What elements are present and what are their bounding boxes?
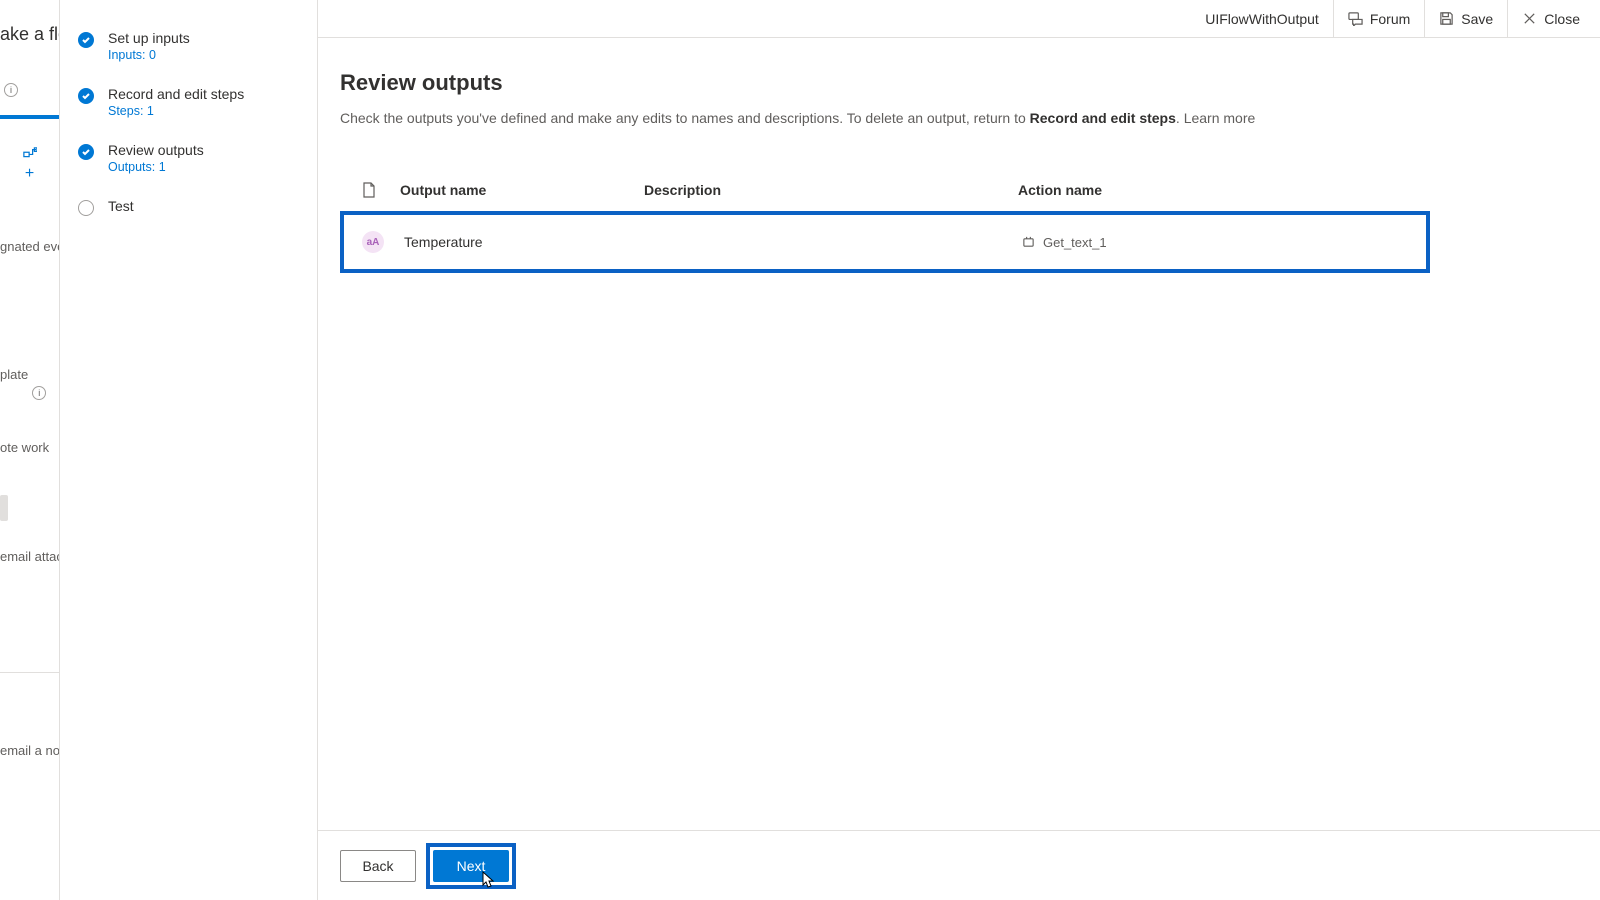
left-nav-item[interactable]: ote work: [0, 440, 59, 455]
wizard-step-record-edit[interactable]: Record and edit steps Steps: 1: [78, 86, 299, 118]
check-icon: [78, 144, 94, 160]
step-label: Test: [108, 198, 134, 214]
progress-bar: [0, 115, 59, 119]
flow-icon: [23, 147, 37, 161]
next-button[interactable]: Next: [433, 850, 509, 882]
info-icon: i: [32, 386, 46, 400]
cell-action-name: Get_text_1: [1022, 235, 1434, 250]
main-panel: UIFlowWithOutput Forum Save Close Review…: [318, 0, 1600, 900]
page-title: Review outputs: [340, 70, 1600, 96]
cursor-icon: [482, 871, 496, 889]
page-description: Check the outputs you've defined and mak…: [340, 110, 1600, 126]
document-icon: [362, 182, 376, 198]
left-nav-item[interactable]: gnated even: [0, 239, 59, 254]
save-button[interactable]: Save: [1424, 0, 1507, 38]
table-row[interactable]: aA Temperature Get_text_1: [344, 215, 1426, 269]
column-description[interactable]: Description: [644, 182, 1018, 201]
top-command-bar: UIFlowWithOutput Forum Save Close: [318, 0, 1600, 38]
cell-output-name: Temperature: [404, 234, 648, 250]
outputs-table: Output name Description Action name aA T…: [340, 182, 1430, 273]
step-sublabel: Steps: 1: [108, 104, 244, 118]
close-button[interactable]: Close: [1507, 0, 1594, 38]
wizard-step-review-outputs[interactable]: Review outputs Outputs: 1: [78, 142, 299, 174]
column-action-name[interactable]: Action name: [1018, 182, 1430, 201]
flow-name-label: UIFlowWithOutput: [1205, 11, 1319, 27]
back-button[interactable]: Back: [340, 850, 416, 882]
wizard-step-setup-inputs[interactable]: Set up inputs Inputs: 0: [78, 30, 299, 62]
highlighted-row: aA Temperature Get_text_1: [340, 211, 1430, 273]
wizard-steps-sidebar: Set up inputs Inputs: 0 Record and edit …: [60, 0, 318, 900]
step-label: Set up inputs: [108, 30, 190, 46]
highlighted-next: Next: [426, 843, 516, 889]
forum-button[interactable]: Forum: [1333, 0, 1424, 38]
check-icon: [78, 88, 94, 104]
wizard-footer: Back Next: [318, 830, 1600, 900]
left-nav-item[interactable]: email attac: [0, 549, 59, 564]
left-nav-item[interactable]: email a no: [0, 743, 59, 758]
left-title-fragment: ake a flo: [0, 24, 59, 45]
step-sublabel: Inputs: 0: [108, 48, 190, 62]
left-nav-item[interactable]: plate i: [0, 348, 59, 400]
check-icon: [78, 32, 94, 48]
plus-icon[interactable]: +: [25, 165, 34, 183]
step-label: Record and edit steps: [108, 86, 244, 102]
step-label: Review outputs: [108, 142, 204, 158]
content-area: Review outputs Check the outputs you've …: [318, 38, 1600, 830]
learn-more-link[interactable]: Learn more: [1184, 110, 1256, 126]
circle-icon: [78, 200, 94, 216]
column-output-name[interactable]: Output name: [400, 182, 644, 201]
step-sublabel: Outputs: 1: [108, 160, 204, 174]
action-icon: [1022, 236, 1035, 249]
info-icon: i: [4, 83, 18, 97]
text-type-badge: aA: [362, 231, 384, 253]
close-icon: [1522, 11, 1537, 26]
forum-icon: [1348, 11, 1363, 26]
save-icon: [1439, 11, 1454, 26]
wizard-step-test[interactable]: Test: [78, 198, 299, 216]
card-fragment: [0, 495, 8, 521]
table-header: Output name Description Action name: [340, 182, 1430, 211]
left-pane-fragment: ake a flo i + gnated even plate i ote wo…: [0, 0, 60, 900]
